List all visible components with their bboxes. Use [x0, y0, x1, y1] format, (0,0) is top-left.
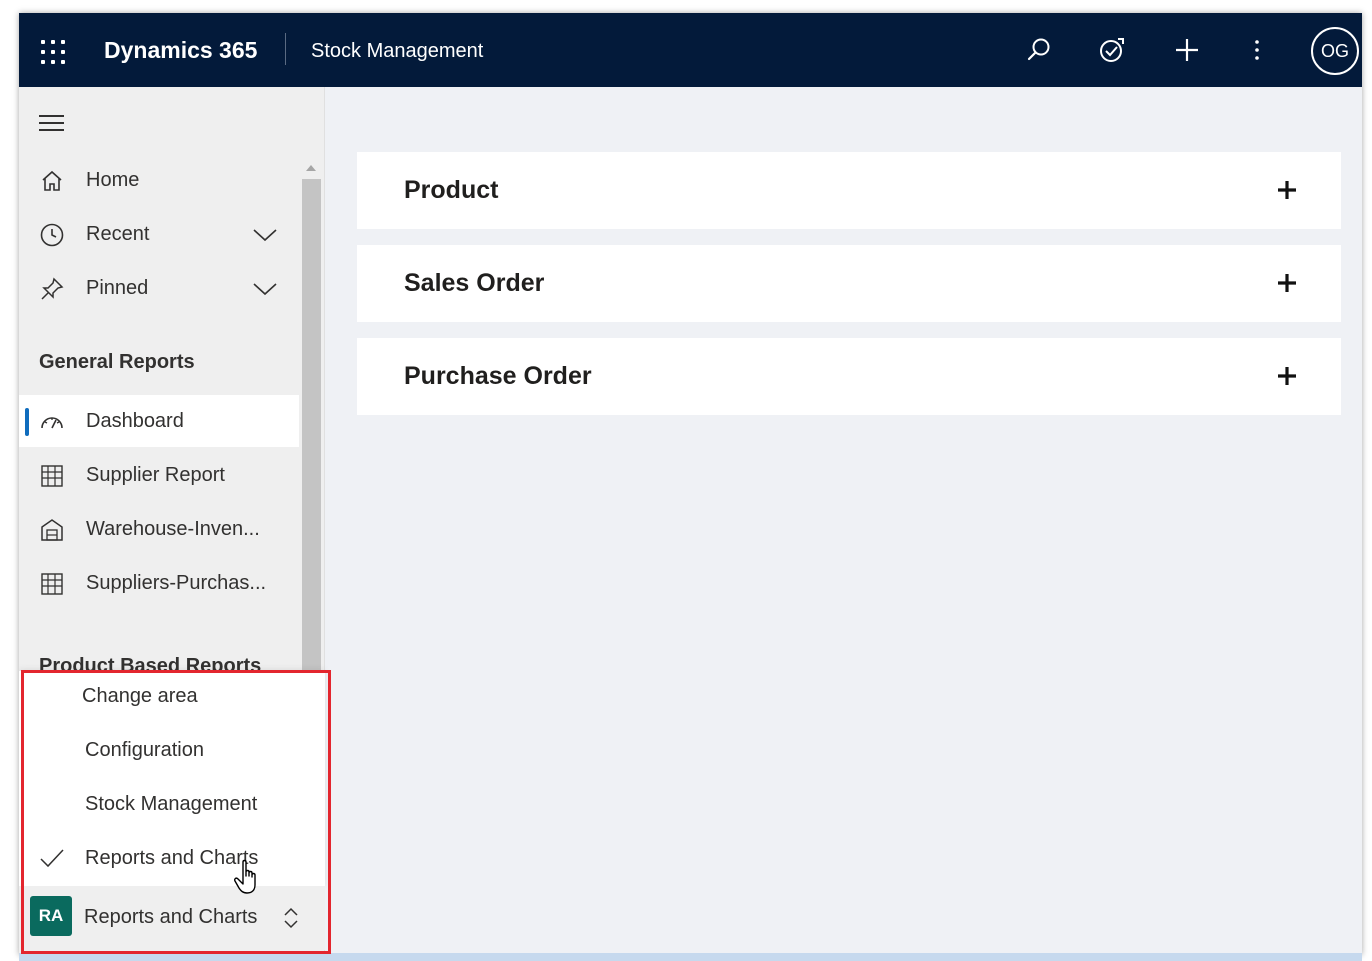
sidebar-item-warehouse-inventory[interactable]: Warehouse-Inven... [19, 503, 299, 555]
menu-item-label: Reports and Charts [85, 847, 259, 869]
selected-indicator [25, 408, 29, 436]
area-switcher-label: Reports and Charts [84, 906, 258, 928]
report-grid-icon [41, 465, 63, 487]
clock-icon [40, 223, 64, 247]
report-grid-icon [41, 573, 63, 595]
chevron-up-down-icon [284, 907, 298, 929]
sidebar: Home Recent Pinned General Reports Dashb… [19, 87, 325, 955]
header-divider [285, 33, 286, 65]
expand-plus-icon[interactable] [1275, 364, 1299, 388]
sidebar-item-suppliers-purchase[interactable]: Suppliers-Purchas... [19, 557, 299, 609]
sidebar-item-label: Suppliers-Purchas... [86, 571, 267, 594]
app-name[interactable]: Dynamics 365 [104, 37, 257, 64]
hamburger-menu-icon[interactable] [39, 113, 65, 133]
sidebar-scrollbar[interactable] [302, 179, 321, 679]
area-option-reports-and-charts[interactable]: Reports and Charts [19, 833, 325, 885]
checkmark-icon [40, 849, 64, 868]
chevron-down-icon[interactable] [252, 278, 278, 298]
sidebar-item-label: Pinned [86, 276, 149, 299]
area-title[interactable]: Stock Management [311, 40, 483, 63]
main-content: Product Sales Order Purchase Order [326, 87, 1362, 955]
search-icon[interactable] [1022, 33, 1056, 67]
sidebar-item-recent[interactable]: Recent [19, 208, 299, 260]
app-window: Dynamics 365 Stock Management OG Home Re… [19, 13, 1362, 955]
sidebar-item-label: Home [86, 168, 140, 191]
pin-icon [41, 277, 64, 300]
sidebar-item-dashboard[interactable]: Dashboard [19, 395, 299, 447]
area-switcher-button[interactable]: RA Reports and Charts [19, 886, 325, 950]
gauge-icon [41, 417, 63, 429]
warehouse-icon [41, 519, 63, 541]
bottom-edge-strip [19, 953, 1362, 961]
sidebar-item-label: Dashboard [86, 409, 184, 432]
top-bar: Dynamics 365 Stock Management OG [19, 13, 1362, 87]
user-avatar[interactable]: OG [1311, 27, 1359, 75]
sales-order-section[interactable]: Sales Order [357, 245, 1341, 322]
sidebar-item-supplier-report[interactable]: Supplier Report [19, 449, 299, 501]
chevron-down-icon[interactable] [252, 224, 278, 244]
change-area-menu: Change area Configuration Stock Manageme… [19, 671, 325, 888]
product-section[interactable]: Product [357, 152, 1341, 229]
area-badge: RA [30, 896, 72, 936]
expand-plus-icon[interactable] [1275, 271, 1299, 295]
area-option-configuration[interactable]: Configuration [19, 725, 325, 777]
sidebar-item-label: Recent [86, 222, 150, 245]
area-option-stock-management[interactable]: Stock Management [19, 779, 325, 831]
menu-item-label: Stock Management [85, 793, 258, 815]
assistant-icon[interactable] [1095, 33, 1129, 67]
section-title: Purchase Order [404, 362, 592, 390]
avatar-initials: OG [1320, 40, 1349, 61]
menu-item-label: Configuration [85, 739, 204, 761]
section-title: Product [404, 176, 499, 204]
sidebar-item-label: Supplier Report [86, 463, 225, 486]
expand-plus-icon[interactable] [1275, 178, 1299, 202]
sidebar-item-pinned[interactable]: Pinned [19, 262, 299, 314]
change-area-header: Change area [19, 671, 325, 723]
section-title: Sales Order [404, 269, 545, 297]
add-icon[interactable] [1170, 33, 1204, 67]
purchase-order-section[interactable]: Purchase Order [357, 338, 1341, 415]
menu-header-label: Change area [82, 685, 198, 707]
waffle-icon[interactable] [39, 38, 67, 66]
group-title-general-reports: General Reports [39, 351, 195, 373]
home-icon [42, 170, 62, 191]
more-icon[interactable] [1240, 33, 1274, 67]
scroll-up-arrow-icon[interactable] [306, 165, 316, 171]
sidebar-item-label: Warehouse-Inven... [86, 517, 260, 540]
sidebar-item-home[interactable]: Home [19, 154, 299, 206]
